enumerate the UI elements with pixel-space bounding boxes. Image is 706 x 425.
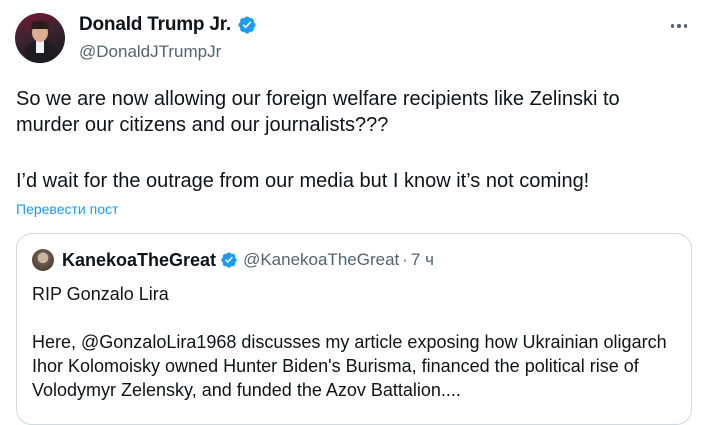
tweet-text: So we are now allowing our foreign welfa… xyxy=(16,86,686,194)
author-handle[interactable]: @DonaldJTrumpJr xyxy=(79,42,221,62)
separator-dot: · xyxy=(402,250,408,269)
translate-post-link[interactable]: Перевести пост xyxy=(16,201,118,217)
quoted-text-line: Volodymyr Zelensky, and funded the Azov … xyxy=(32,380,461,400)
quoted-text-line: Here, @GonzaloLira1968 discusses my arti… xyxy=(32,332,667,352)
tweet-text-line: I’d wait for the outrage from our media … xyxy=(16,170,590,192)
tweet-text-line: murder our citizens and our journalists?… xyxy=(16,114,389,136)
tweet-text-line: So we are now allowing our foreign welfa… xyxy=(16,88,620,110)
quoted-tweet-text: RIP Gonzalo Lira Here, @GonzaloLira1968 … xyxy=(32,282,667,402)
quoted-timestamp[interactable]: 7 ч xyxy=(411,250,434,270)
author-avatar[interactable] xyxy=(15,13,65,63)
quoted-tweet-header: KanekoaTheGreat @KanekoaTheGreat · 7 ч xyxy=(32,249,434,271)
quoted-author-avatar[interactable] xyxy=(32,249,54,271)
verified-badge-icon xyxy=(238,16,256,34)
author-name-row: Donald Trump Jr. xyxy=(79,14,257,36)
quoted-author-display-name[interactable]: KanekoaTheGreat xyxy=(62,250,216,271)
quoted-tweet[interactable]: KanekoaTheGreat @KanekoaTheGreat · 7 ч R… xyxy=(16,233,692,425)
quoted-text-line: RIP Gonzalo Lira xyxy=(32,284,169,304)
author-display-name[interactable]: Donald Trump Jr. xyxy=(79,14,231,36)
quoted-author-handle[interactable]: @KanekoaTheGreat xyxy=(243,250,399,270)
verified-badge-icon xyxy=(221,252,237,268)
more-options-icon[interactable] xyxy=(666,15,692,37)
quoted-text-line: Ihor Kolomoisky owned Hunter Biden's Bur… xyxy=(32,356,639,376)
